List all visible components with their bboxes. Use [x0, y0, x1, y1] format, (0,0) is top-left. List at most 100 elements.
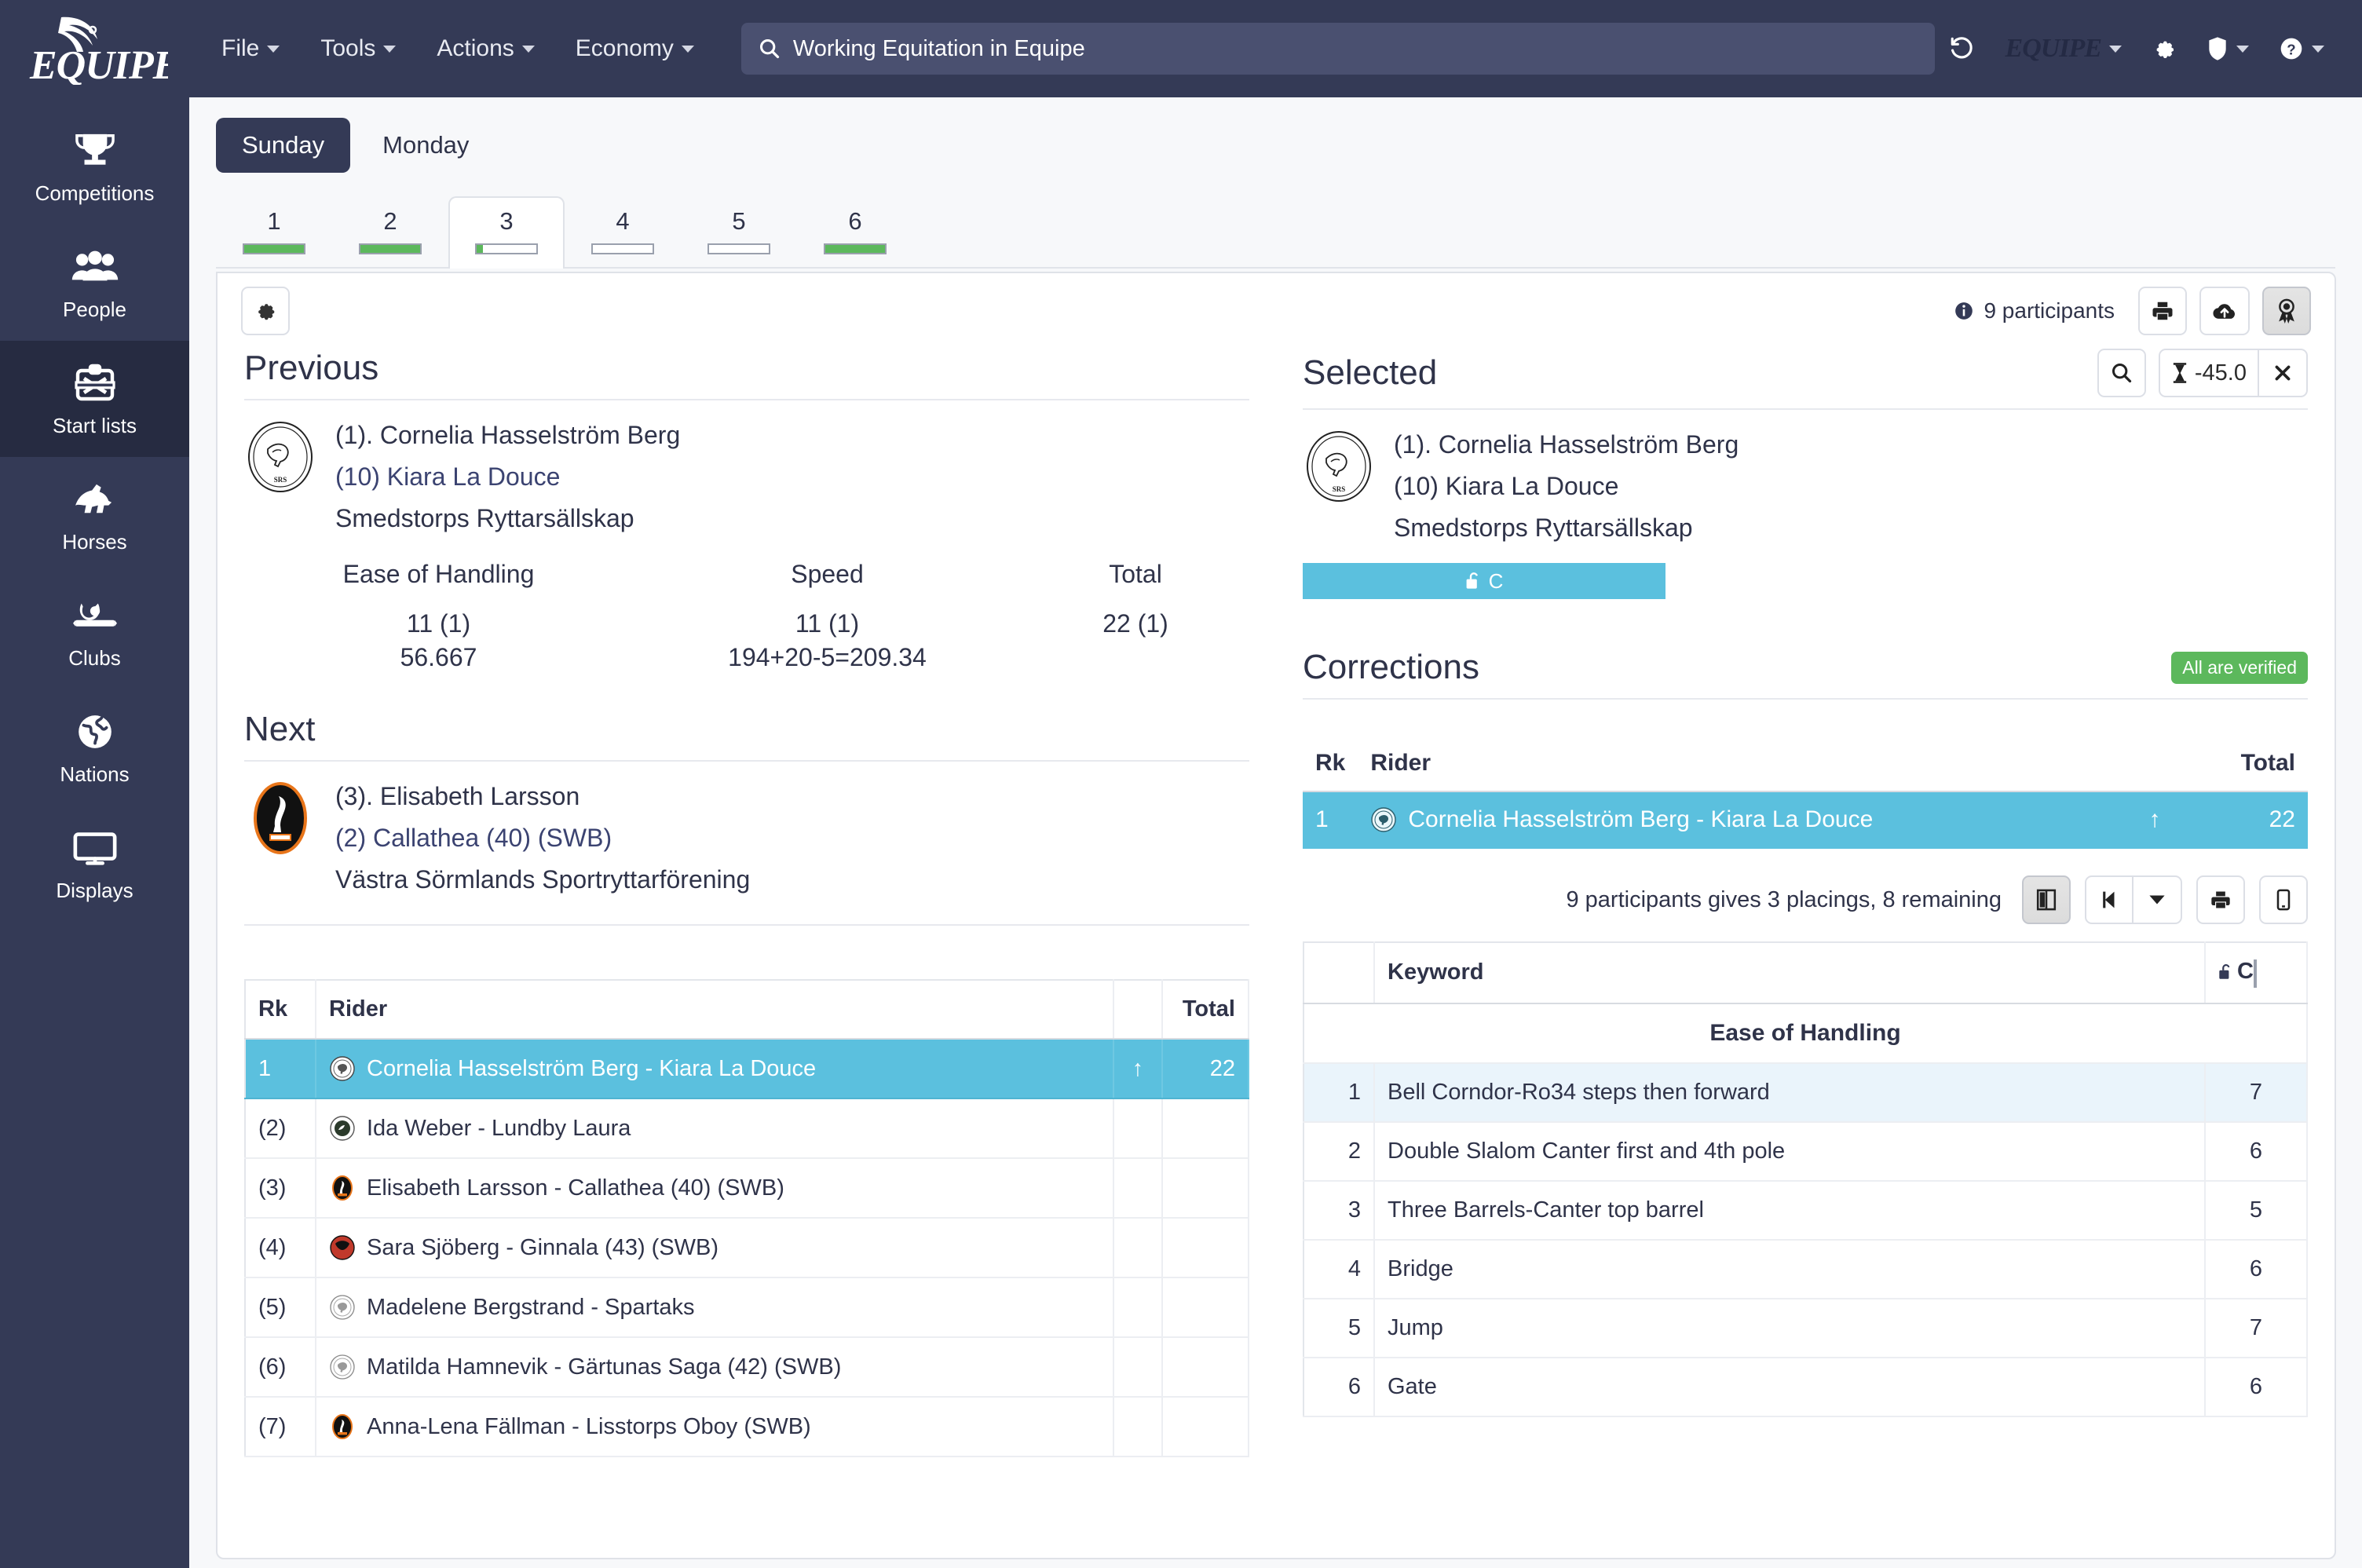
results-row-1-rider: Cornelia Hasselström Berg - Kiara La Dou… — [316, 1039, 1113, 1098]
results-row-2-rider-label: Ida Weber - Lundby Laura — [367, 1116, 631, 1142]
keyword-row-4-score[interactable]: 6 — [2205, 1240, 2307, 1299]
class-tab-4-label: 4 — [616, 207, 629, 236]
sidebar-label-nations: Nations — [60, 762, 129, 787]
equipe-account-menu[interactable]: EQUIPE — [2006, 34, 2122, 64]
menu-economy[interactable]: Economy — [555, 35, 715, 62]
keyword-table: Keyword C — [1303, 941, 2308, 1417]
sidebar-item-clubs[interactable]: Clubs — [0, 573, 189, 689]
table-row[interactable]: (4) Sara Sjöberg - Ginnala (43) (SWB) — [245, 1218, 1249, 1277]
results-row-2-arrow — [1113, 1098, 1162, 1158]
step-back-button[interactable] — [2085, 875, 2133, 924]
keyword-row-4-keyword: Bridge — [1374, 1240, 2205, 1299]
step-dropdown-button[interactable] — [2133, 875, 2182, 924]
keyword-row-3-score[interactable]: 5 — [2205, 1181, 2307, 1240]
svg-text:?: ? — [2287, 41, 2295, 57]
class-tab-4[interactable]: 4 — [565, 196, 681, 269]
keyword-row-5-score[interactable]: 7 — [2205, 1299, 2307, 1358]
class-tab-2[interactable]: 2 — [332, 196, 448, 269]
menu-tools[interactable]: Tools — [300, 35, 416, 62]
class-tab-5[interactable]: 5 — [681, 196, 797, 269]
timer-button[interactable]: -45.0 — [2159, 349, 2259, 397]
previous-horse[interactable]: (10) Kiara La Douce — [335, 462, 560, 491]
score-total-value: 22 (1) — [1022, 609, 1249, 638]
history-icon[interactable] — [1949, 35, 1976, 62]
selected-entry: SRS (1). Cornelia Hasselström Berg (10) … — [1303, 410, 2308, 543]
monitor-icon — [72, 825, 118, 871]
sidebar-item-horses[interactable]: Horses — [0, 457, 189, 573]
sidebar-item-competitions[interactable]: Competitions — [0, 108, 189, 225]
results-row-7-rider-label: Anna-Lena Fällman - Lisstorps Oboy (SWB) — [367, 1414, 811, 1440]
results-row-5-rider-label: Madelene Bergstrand - Spartaks — [367, 1295, 695, 1321]
hourglass-icon — [2171, 362, 2188, 384]
sidebar-item-start-lists[interactable]: Start lists — [0, 341, 189, 457]
keyword-row-3-keyword: Three Barrels-Canter top barrel — [1374, 1181, 2205, 1240]
selected-search-button[interactable] — [2097, 349, 2146, 397]
table-row[interactable]: (2) Ida Weber - Lundby Laura — [245, 1098, 1249, 1158]
smedstorps-crest-icon — [329, 1354, 356, 1380]
class-settings-button[interactable] — [241, 287, 290, 335]
score-speed: Speed 11 (1) 194+20-5=209.34 — [633, 560, 1022, 672]
keyword-row-6-score[interactable]: 6 — [2205, 1358, 2307, 1416]
print-button[interactable] — [2138, 287, 2187, 335]
results-table-header-row: Rk Rider Total — [245, 980, 1249, 1039]
timer-clear-button[interactable] — [2259, 349, 2308, 397]
svg-text:SRS: SRS — [1333, 485, 1346, 493]
search-icon — [2111, 362, 2133, 384]
table-row[interactable]: (6) Matilda Hamnevik - Gärtunas Saga (42… — [245, 1337, 1249, 1397]
menu-actions[interactable]: Actions — [416, 35, 554, 62]
sidebar-item-nations[interactable]: Nations — [0, 689, 189, 806]
smedstorps-crest-icon — [329, 1055, 356, 1082]
split-view-button[interactable] — [2022, 875, 2071, 924]
results-row-7-total — [1162, 1397, 1249, 1457]
timer-group: -45.0 — [2159, 349, 2308, 397]
table-row[interactable]: 3 Three Barrels-Canter top barrel 5 — [1303, 1181, 2307, 1240]
sidebar-item-people[interactable]: People — [0, 225, 189, 341]
class-tab-3[interactable]: 3 — [448, 196, 565, 269]
table-row[interactable]: 5 Jump 7 — [1303, 1299, 2307, 1358]
table-row[interactable]: (3) Elisabeth Larsson - Callathea (40) (… — [245, 1158, 1249, 1218]
table-row[interactable]: 4 Bridge 6 — [1303, 1240, 2307, 1299]
shield-menu[interactable] — [2207, 36, 2249, 61]
day-tab-sunday[interactable]: Sunday — [216, 118, 350, 173]
cloud-upload-button[interactable] — [2199, 287, 2250, 335]
day-tab-monday[interactable]: Monday — [356, 118, 495, 173]
table-row[interactable]: 1 Cornelia Hasselström Berg - Kiara La D… — [1303, 791, 2308, 848]
results-award-button[interactable] — [2262, 287, 2311, 335]
table-row[interactable]: 2 Double Slalom Canter first and 4th pol… — [1303, 1122, 2307, 1181]
corrections-row-1-rk: 1 — [1303, 791, 1358, 848]
keyword-row-4-num: 4 — [1303, 1240, 1374, 1299]
settings-button[interactable] — [2152, 36, 2177, 61]
table-row[interactable]: 1 Bell Corndor-Ro34 steps then forward 7 — [1303, 1063, 2307, 1122]
table-row[interactable]: (7) Anna-Lena Fällman - Lisstorps Oboy (… — [245, 1397, 1249, 1457]
equipe-logo[interactable]: EQUIPE — [27, 13, 168, 85]
selected-section-header: Selected — [1303, 349, 2308, 410]
next-horse[interactable]: (2) Callathea (40) (SWB) — [335, 824, 612, 852]
results-row-4-arrow — [1113, 1218, 1162, 1277]
table-row[interactable]: 6 Gate 6 — [1303, 1358, 2307, 1416]
sidebar: Competitions People Start lists Horses C… — [0, 97, 189, 1568]
placings-print-button[interactable] — [2196, 875, 2245, 924]
class-tab-6[interactable]: 6 — [797, 196, 913, 269]
table-row[interactable]: (5) Madelene Bergstrand - Spartaks — [245, 1277, 1249, 1337]
menu-file-label: File — [221, 35, 259, 62]
mobile-view-button[interactable] — [2259, 875, 2308, 924]
smedstorps-crest-icon — [1370, 806, 1397, 833]
menu-file[interactable]: File — [201, 35, 300, 62]
sidebar-item-displays[interactable]: Displays — [0, 806, 189, 922]
score-speed-value: 11 (1) — [633, 609, 1022, 638]
people-icon — [71, 244, 119, 290]
top-bar-actions: EQUIPE ? — [1949, 34, 2335, 64]
trophy-icon — [72, 128, 118, 174]
keyword-header-judge[interactable]: C — [2205, 942, 2307, 1003]
class-tab-1[interactable]: 1 — [216, 196, 332, 269]
right-column: Selected — [1276, 349, 2335, 1457]
keyword-row-6-num: 6 — [1303, 1358, 1374, 1416]
keyword-row-2-score[interactable]: 6 — [2205, 1122, 2307, 1181]
results-row-3-rider-label: Elisabeth Larsson - Callathea (40) (SWB) — [367, 1175, 784, 1201]
judge-c-button[interactable]: C — [1303, 563, 1665, 599]
keyword-row-1-score[interactable]: 7 — [2205, 1063, 2307, 1122]
global-search[interactable]: Working Equitation in Equipe — [741, 23, 1935, 75]
table-row[interactable]: 1 Cornelia Hasselström Berg - Kiara La D… — [245, 1039, 1249, 1098]
results-row-7-rider: Anna-Lena Fällman - Lisstorps Oboy (SWB) — [316, 1397, 1113, 1457]
help-menu[interactable]: ? — [2279, 36, 2324, 61]
